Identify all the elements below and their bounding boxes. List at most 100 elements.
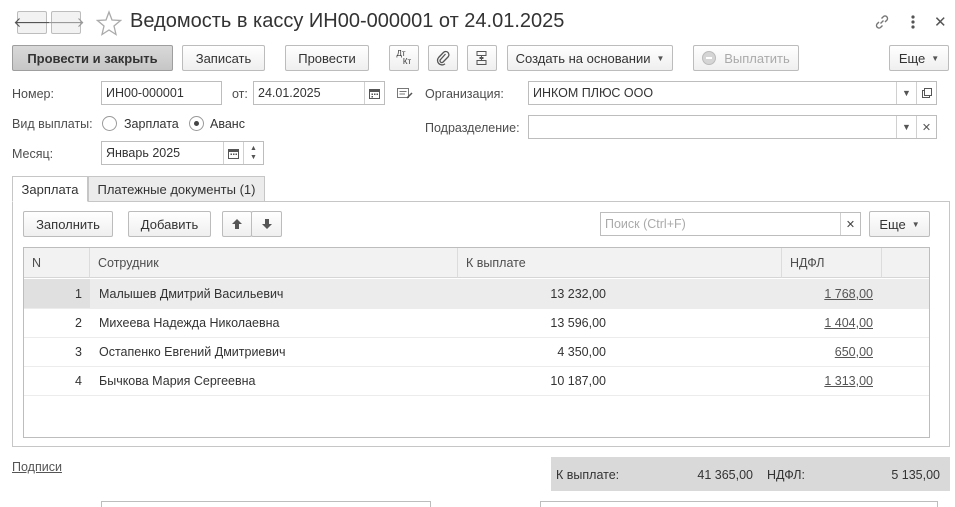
employee-name: Малышев Дмитрий Васильевич	[99, 286, 284, 301]
total-value: 41 365,00	[697, 467, 753, 482]
pay-label: Выплатить	[724, 50, 790, 66]
arrow-up-icon	[232, 219, 242, 229]
fill-button[interactable]: Заполнить	[23, 211, 113, 237]
number-label: Номер:	[12, 87, 54, 101]
ndfl-link[interactable]: 650,00	[782, 337, 873, 366]
comment-edit-icon[interactable]	[397, 87, 413, 101]
link-icon[interactable]	[873, 13, 891, 31]
employee-name: Михеева Надежда Николаевна	[99, 315, 280, 330]
tab-payment-docs[interactable]: Платежные документы (1)	[88, 176, 265, 202]
move-down-button[interactable]	[251, 211, 282, 237]
pay-button[interactable]: Выплатить	[693, 45, 799, 71]
post-and-close-button[interactable]: Провести и закрыть	[12, 45, 173, 71]
arrow-right-icon: 🡒	[47, 14, 85, 30]
dropdown-arrow-icon[interactable]: ▼	[896, 82, 916, 104]
row-number: 4	[75, 373, 82, 388]
amount-value: 10 187,00	[550, 373, 606, 388]
more-button[interactable]: Еще ▼	[889, 45, 949, 71]
table-row[interactable]: 2 Михеева Надежда Николаевна 13 596,00 1…	[24, 308, 929, 337]
column-header-amount[interactable]: К выплате	[458, 248, 782, 278]
date-label: от:	[232, 87, 248, 101]
amount-value: 13 232,00	[550, 286, 606, 301]
ndfl-link[interactable]: 1 404,00	[782, 308, 873, 337]
post-button[interactable]: Провести	[285, 45, 369, 71]
table-more-label: Еще	[879, 216, 906, 232]
create-based-on-button[interactable]: Создать на основании ▼	[507, 45, 673, 71]
amount-value: 4 350,00	[557, 344, 606, 359]
employees-table: N Сотрудник К выплате НДФЛ 1 Малышев Дми…	[23, 247, 930, 438]
organization-field[interactable]: ИНКОМ ПЛЮС ООО ▼	[528, 81, 937, 105]
coin-icon	[702, 51, 717, 65]
close-icon[interactable]: ✕	[934, 13, 950, 31]
row-number: 1	[75, 286, 82, 301]
organization-label: Организация:	[425, 87, 504, 101]
save-button[interactable]: Записать	[182, 45, 265, 71]
date-value: 24.01.2025	[258, 86, 321, 100]
amount-value: 13 596,00	[550, 315, 606, 330]
ndfl-link[interactable]: 1 313,00	[782, 366, 873, 395]
dropdown-arrow-icon[interactable]: ▼	[896, 116, 916, 138]
column-header-n[interactable]: N	[24, 248, 90, 278]
employee-name: Бычкова Мария Сергеевна	[99, 373, 256, 388]
signatures-link[interactable]: Подписи	[12, 460, 62, 474]
ndfl-total-label: НДФЛ:	[767, 467, 805, 482]
radio-advance[interactable]	[189, 116, 204, 131]
back-button[interactable]: 🡐	[13, 11, 51, 34]
spinner-stepper[interactable]: ▲ ▼	[243, 142, 263, 164]
row-number: 3	[75, 344, 82, 359]
more-label: Еще	[898, 50, 926, 66]
forward-button[interactable]: 🡒	[47, 11, 85, 34]
bottom-field-partial[interactable]	[101, 501, 431, 507]
move-up-button[interactable]	[222, 211, 252, 237]
chevron-down-icon: ▼	[931, 53, 940, 63]
tab-salary[interactable]: Зарплата	[12, 176, 88, 202]
create-based-on-label: Создать на основании	[515, 50, 651, 66]
table-row[interactable]: 4 Бычкова Мария Сергеевна 10 187,00 1 31…	[24, 366, 929, 395]
employee-name: Остапенко Евгений Дмитриевич	[99, 344, 286, 359]
ndfl-link[interactable]: 1 768,00	[782, 279, 873, 308]
paytype-label: Вид выплаты:	[12, 117, 93, 131]
column-header-employee[interactable]: Сотрудник	[90, 248, 458, 278]
table-row[interactable]: 3 Остапенко Евгений Дмитриевич 4 350,00 …	[24, 337, 929, 366]
calendar-icon[interactable]	[223, 142, 243, 164]
favorite-star-icon[interactable]	[95, 10, 123, 36]
arrow-down-icon	[261, 219, 272, 229]
division-field[interactable]: ▼ ✕	[528, 115, 937, 139]
table-more-button[interactable]: Еще ▼	[869, 211, 930, 237]
add-button[interactable]: Добавить	[128, 211, 211, 237]
dt-kt-button[interactable]: Дт Кт	[389, 45, 419, 71]
hierarchy-icon	[476, 51, 487, 65]
radio-salary-label: Зарплата	[124, 117, 179, 131]
chevron-down-icon: ▼	[911, 219, 920, 229]
date-field[interactable]: 24.01.2025	[253, 81, 385, 105]
column-header-empty	[882, 248, 929, 278]
paperclip-icon	[436, 50, 450, 66]
chevron-down-icon: ▼	[656, 53, 665, 63]
bottom-field-partial[interactable]	[540, 501, 938, 507]
kt-label: Кт	[402, 57, 412, 66]
search-input[interactable]: Поиск (Ctrl+F) ✕	[600, 212, 861, 236]
column-header-ndfl[interactable]: НДФЛ	[782, 248, 882, 278]
organization-value: ИНКОМ ПЛЮС ООО	[533, 86, 654, 100]
search-placeholder: Поиск (Ctrl+F)	[605, 217, 686, 231]
number-field[interactable]: ИН00-000001	[101, 81, 222, 105]
attach-button[interactable]	[428, 45, 458, 71]
total-label: К выплате:	[556, 467, 620, 482]
row-divider	[24, 395, 929, 396]
table-row[interactable]: 1 Малышев Дмитрий Васильевич 13 232,00 1…	[24, 279, 929, 308]
structure-button[interactable]	[467, 45, 497, 71]
more-vertical-icon[interactable]	[906, 13, 920, 31]
month-label: Месяц:	[12, 147, 54, 161]
open-icon[interactable]	[916, 82, 936, 104]
radio-salary[interactable]	[102, 116, 117, 131]
page-title: Ведомость в кассу ИН00-000001 от 24.01.2…	[130, 10, 565, 32]
arrow-left-icon: 🡐	[13, 14, 51, 30]
ndfl-total-value: 5 135,00	[891, 467, 940, 482]
clear-search-icon[interactable]: ✕	[840, 213, 860, 235]
clear-icon[interactable]: ✕	[916, 116, 936, 138]
row-number: 2	[75, 315, 82, 330]
division-label: Подразделение:	[425, 121, 520, 135]
month-field[interactable]: Январь 2025 ▲ ▼	[101, 141, 264, 165]
calendar-icon[interactable]	[364, 82, 384, 104]
totals-panel: К выплате: 41 365,00 НДФЛ: 5 135,00	[551, 457, 950, 491]
